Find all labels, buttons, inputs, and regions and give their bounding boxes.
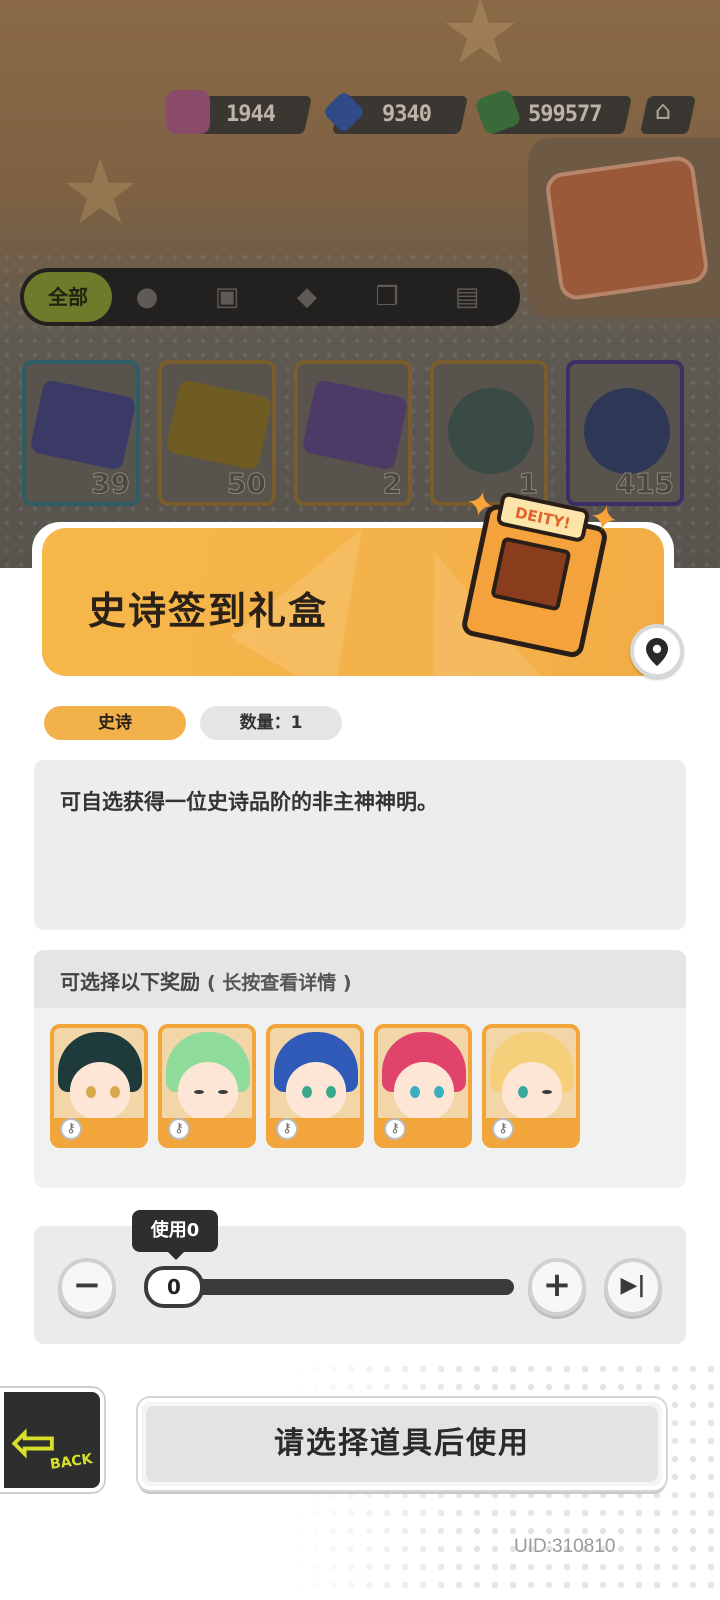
reward-option[interactable]: ⚷ (374, 1024, 472, 1148)
character-eye (218, 1090, 228, 1094)
location-pin-icon (646, 638, 668, 666)
violet-ticket-icon (301, 379, 409, 471)
reward-option[interactable]: ⚷ (482, 1024, 580, 1148)
back-button[interactable]: ⇦ BACK (0, 1388, 104, 1492)
item-count: 415 (615, 467, 674, 501)
item-description: 可自选获得一位史诗品阶的非主神神明。 (60, 790, 438, 814)
quantity-badge: 数量：1 (200, 706, 342, 740)
key-icon: ⚷ (276, 1118, 298, 1140)
character-eye (302, 1086, 312, 1098)
inventory-item[interactable]: 39 (22, 360, 140, 506)
use-item-button[interactable]: 请选择道具后使用 (138, 1398, 666, 1490)
currency-bar: 1944 9340 599577 ⌂ (160, 88, 720, 136)
tooltip-pointer (168, 1252, 184, 1260)
person-icon[interactable]: ● (132, 282, 162, 312)
gift-icon: ⌂ (654, 96, 672, 126)
inventory-item[interactable]: 2 (294, 360, 412, 506)
key-icon: ⚷ (168, 1118, 190, 1140)
key-icon: ⚷ (384, 1118, 406, 1140)
user-id: UID:310810 (514, 1536, 616, 1557)
max-button[interactable]: ▶| (604, 1258, 662, 1316)
rarity-badge: 史诗 (44, 706, 186, 740)
purple-ticket-icon (29, 379, 137, 471)
quantity-slider-track[interactable] (160, 1279, 514, 1295)
decrease-button[interactable]: − (58, 1258, 116, 1316)
item-count: 39 (91, 467, 131, 501)
currency-value: 9340 (382, 102, 432, 127)
use-item-label: 请选择道具后使用 (146, 1406, 658, 1482)
reward-header: 可选择以下奖励 ( 长按查看详情 ) (34, 950, 686, 1008)
item-title: 史诗签到礼盒 (88, 589, 329, 633)
featured-box-art[interactable] (528, 138, 720, 318)
key-icon: ⚷ (492, 1118, 514, 1140)
character-eye (518, 1086, 528, 1098)
reward-option[interactable]: ⚷ (50, 1024, 148, 1148)
book-icon[interactable]: ▤ (452, 282, 482, 312)
currency-value: 599577 (528, 102, 602, 127)
suitcase-icon (543, 154, 711, 302)
category-tabs: 全部 ● ▣ ◆ ❒ ▤ (20, 268, 520, 326)
potion-icon (166, 90, 210, 134)
inventory-item[interactable]: 415 (566, 360, 684, 506)
reward-option[interactable]: ⚷ (266, 1024, 364, 1148)
character-face (394, 1062, 454, 1120)
character-eye (86, 1086, 96, 1098)
character-face (70, 1062, 130, 1120)
ticket-icon[interactable]: ◆ (292, 282, 322, 312)
item-count: 2 (382, 467, 403, 501)
quantity-slider-thumb[interactable]: 0 (144, 1266, 204, 1308)
character-eye (194, 1090, 204, 1094)
reward-selection: 可选择以下奖励 ( 长按查看详情 ) ⚷ ⚷ ⚷ ⚷ ⚷ (34, 950, 686, 1188)
currency-value: 1944 (226, 102, 276, 127)
reward-hint: ( 长按查看详情 ) (206, 972, 352, 994)
inventory-background: ★ ★ 1944 9340 599577 ⌂ 全部 ● ▣ ◆ ❒ ▤ 39 5… (0, 0, 720, 568)
increase-button[interactable]: + (528, 1258, 586, 1316)
rainbow-star-icon (448, 388, 534, 474)
star-decoration: ★ (60, 140, 141, 245)
reward-option[interactable]: ⚷ (158, 1024, 256, 1148)
reward-title: 可选择以下奖励 ( 长按查看详情 ) (60, 966, 352, 995)
character-eye (326, 1086, 336, 1098)
location-button[interactable] (630, 624, 684, 678)
character-face (286, 1062, 346, 1120)
use-count-tooltip: 使用0 (132, 1210, 218, 1252)
star-decoration: ★ (440, 0, 521, 85)
gold-ticket-icon (165, 379, 273, 471)
blue-star-icon (584, 388, 670, 474)
character-face (178, 1062, 238, 1120)
description-box: 可自选获得一位史诗品阶的非主神神明。 (34, 760, 686, 930)
character-eye (410, 1086, 420, 1098)
inventory-item[interactable]: 50 (158, 360, 276, 506)
character-eye (434, 1086, 444, 1098)
cards-icon[interactable]: ❒ (372, 282, 402, 312)
box-icon[interactable]: ▣ (212, 282, 242, 312)
character-eye (542, 1090, 552, 1094)
reward-title-text: 可选择以下奖励 (60, 970, 200, 994)
item-count: 50 (227, 467, 267, 501)
tab-all[interactable]: 全部 (24, 272, 112, 322)
key-icon: ⚷ (60, 1118, 82, 1140)
character-face (502, 1062, 562, 1120)
character-eye (110, 1086, 120, 1098)
